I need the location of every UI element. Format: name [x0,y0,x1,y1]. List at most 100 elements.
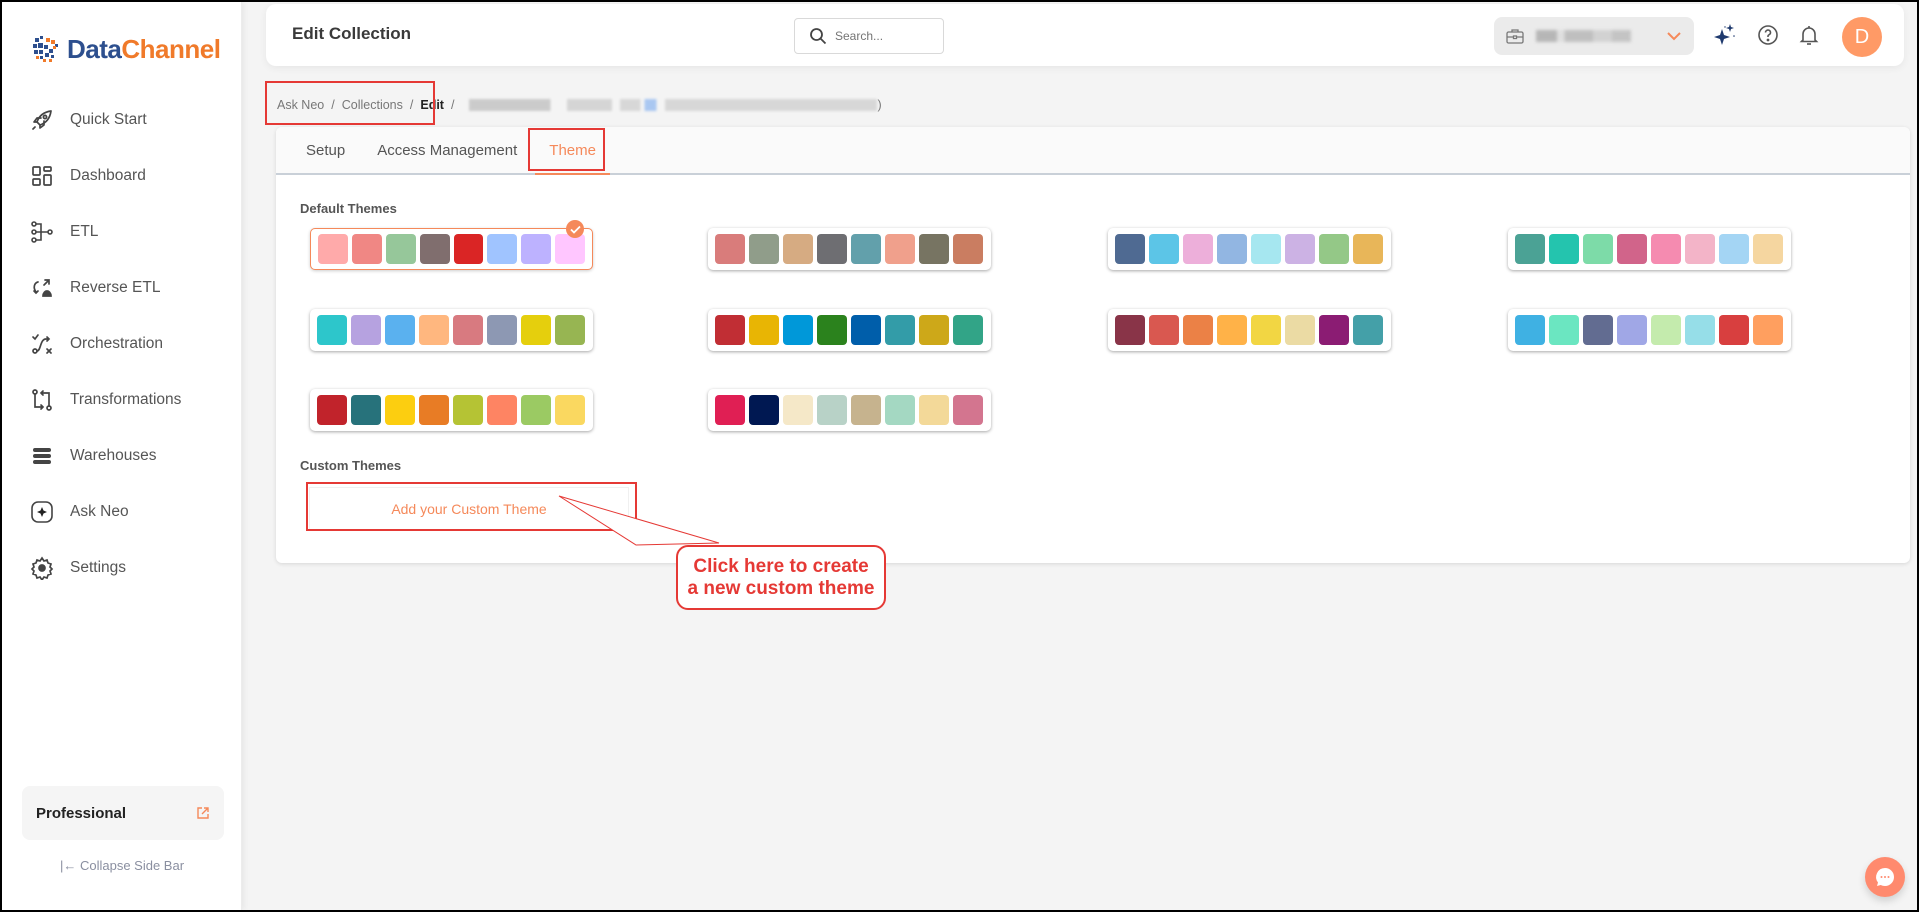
sidebar-item-quick-start[interactable]: Quick Start [2,92,242,148]
color-swatch [1319,234,1349,264]
top-header: Edit Collection D [266,4,1904,66]
color-swatch [351,234,382,264]
sidebar-item-etl[interactable]: ETL [2,204,242,260]
color-swatch [1183,315,1213,345]
color-swatch [1251,234,1281,264]
theme-palette[interactable] [708,309,991,351]
color-swatch [521,315,551,345]
chat-icon [1876,868,1894,886]
color-swatch [851,315,881,345]
plan-card[interactable]: Professional [22,786,224,840]
color-swatch [817,234,847,264]
theme-palette[interactable] [1508,228,1791,270]
tab-setup[interactable]: Setup [292,127,359,173]
tab-bar: Setup Access Management Theme [276,127,1910,175]
color-swatch [1583,315,1613,345]
sidebar-item-label: Orchestration [70,335,164,352]
color-swatch [1549,315,1579,345]
color-swatch [919,395,949,425]
custom-themes-heading: Custom Themes [300,458,402,473]
theme-palette[interactable] [1108,309,1391,351]
transformations-icon [32,389,52,411]
sidebar-item-transformations[interactable]: Transformations [2,372,242,428]
theme-palette[interactable] [1508,309,1791,351]
color-swatch [953,315,983,345]
color-swatch [1319,315,1349,345]
color-swatch [783,395,813,425]
selected-check-icon [566,220,584,238]
sidebar-item-dashboard[interactable]: Dashboard [2,148,242,204]
search-box[interactable] [794,18,944,54]
sidebar-item-reverse-etl[interactable]: Reverse ETL [2,260,242,316]
color-swatch [1353,234,1383,264]
avatar[interactable]: D [1842,17,1882,57]
color-swatch [453,234,484,264]
color-swatch [851,234,881,264]
color-swatch [1251,315,1281,345]
color-swatch [1115,234,1145,264]
sidebar: DataChannel Quick Start Dashboard ETL Re… [2,2,242,910]
color-swatch [555,234,585,264]
color-swatch [817,395,847,425]
rocket-icon [32,110,52,130]
annotation-highlight-theme-tab [528,128,605,171]
color-swatch [487,395,517,425]
color-swatch [1617,234,1647,264]
theme-palette[interactable] [310,309,593,351]
gear-icon [30,556,54,580]
color-swatch [317,395,347,425]
chevron-down-icon [1667,32,1681,41]
theme-palette[interactable] [708,389,991,431]
color-swatch [715,395,745,425]
color-swatch [783,234,813,264]
help-icon[interactable] [1756,23,1780,47]
tab-access-management[interactable]: Access Management [363,127,531,173]
breadcrumb-separator: / [450,98,455,112]
collapse-sidebar-button[interactable]: |← Collapse Side Bar [2,858,242,873]
color-swatch [419,234,450,264]
chat-support-button[interactable] [1865,857,1905,897]
color-swatch [885,395,915,425]
orchestration-icon [32,334,52,354]
color-swatch [1753,234,1783,264]
color-swatch [817,315,847,345]
sidebar-item-warehouses[interactable]: Warehouses [2,428,242,484]
sidebar-item-orchestration[interactable]: Orchestration [2,316,242,372]
color-swatch [783,315,813,345]
color-swatch [919,315,949,345]
ask-neo-icon [31,501,53,523]
logo[interactable]: DataChannel [29,32,221,66]
bell-icon[interactable] [1797,23,1821,47]
theme-palette[interactable] [310,389,593,431]
color-swatch [1651,315,1681,345]
dashboard-icon [32,166,52,186]
search-input[interactable] [835,29,935,43]
color-swatch [1753,315,1783,345]
theme-palette[interactable] [1108,228,1391,270]
color-swatch [487,234,518,264]
color-swatch [1617,315,1647,345]
workspace-select[interactable] [1494,17,1694,55]
color-swatch [1115,315,1145,345]
annotation-highlight-add-custom [306,482,637,531]
color-swatch [1217,315,1247,345]
page-title: Edit Collection [292,24,411,43]
color-swatch [885,234,915,264]
sidebar-item-settings[interactable]: Settings [2,540,242,596]
color-swatch [1149,315,1179,345]
sidebar-item-ask-neo[interactable]: Ask Neo [2,484,242,540]
color-swatch [749,395,779,425]
color-swatch [749,234,779,264]
theme-palette[interactable] [708,228,991,270]
color-swatch [487,315,517,345]
sidebar-item-label: Dashboard [70,167,146,184]
color-swatch [953,234,983,264]
sparkle-ai-icon[interactable] [1712,23,1736,47]
color-swatch [1515,315,1545,345]
sidebar-item-label: Reverse ETL [70,279,161,296]
theme-palette[interactable] [310,220,593,270]
logo-text: DataChannel [67,33,221,64]
workspace-name-redacted [1536,30,1631,42]
etl-icon [31,221,53,243]
external-link-icon[interactable] [196,806,210,820]
